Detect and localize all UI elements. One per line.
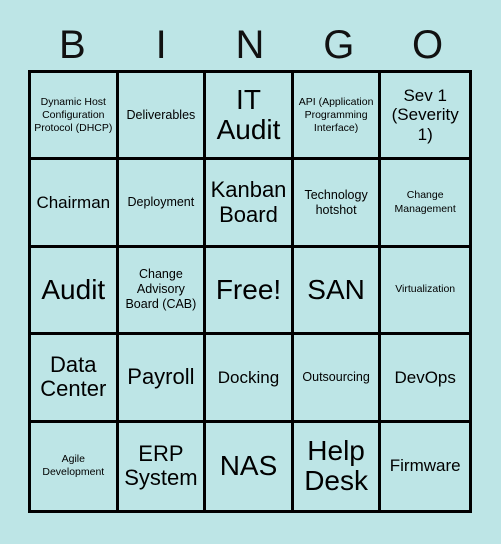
bingo-cell-label: Technology hotshot [304, 187, 368, 217]
bingo-cell-label: Agile Development [42, 453, 105, 479]
bingo-cell-b4[interactable]: Data Center [31, 335, 119, 423]
bingo-grid: Dynamic Host Configuration Protocol (DHC… [28, 70, 472, 513]
bingo-cell-label: NAS [219, 450, 278, 482]
bingo-cell-b5[interactable]: Agile Development [31, 422, 119, 510]
bingo-cell-o2[interactable]: Change Management [381, 160, 469, 248]
bingo-card: B I N G O Dynamic Host Configuration Pro… [0, 0, 501, 544]
bingo-cell-o1[interactable]: Sev 1 (Severity 1) [381, 73, 469, 161]
bingo-cell-label: Firmware [389, 456, 461, 476]
bingo-cell-label: Sev 1 (Severity 1) [391, 85, 459, 145]
bingo-cell-i3[interactable]: Change Advisory Board (CAB) [118, 247, 207, 336]
bingo-cell-label: Data Center [40, 351, 107, 402]
bingo-cell-o4[interactable]: DevOps [381, 335, 469, 423]
bingo-cell-label: SAN [307, 273, 365, 305]
bingo-cell-label: Kanban Board [210, 176, 287, 227]
header-letter-n: N [235, 23, 265, 67]
bingo-cell-i4[interactable]: Payroll [118, 335, 207, 423]
bingo-cell-b2[interactable]: Chairman [31, 160, 119, 248]
bingo-cell-n1[interactable]: IT Audit [206, 73, 294, 161]
bingo-cell-o3[interactable]: Virtualization [381, 247, 469, 336]
bingo-cell-label: IT Audit [216, 83, 281, 146]
bingo-cell-b3[interactable]: Audit [31, 247, 119, 336]
bingo-cell-o5[interactable]: Firmware [381, 422, 469, 510]
bingo-cell-label: Change Advisory Board (CAB) [125, 267, 197, 312]
bingo-cell-n4[interactable]: Docking [206, 335, 294, 423]
bingo-cell-label: ERP System [124, 440, 198, 491]
bingo-cell-i2[interactable]: Deployment [118, 160, 207, 248]
header-letter-o: O [412, 23, 444, 67]
bingo-cell-label: Audit [41, 273, 106, 305]
bingo-cell-label: Outsourcing [302, 369, 370, 384]
bingo-header: B I N G O [28, 22, 472, 70]
bingo-cell-label: Change Management [394, 189, 456, 215]
bingo-cell-g2[interactable]: Technology hotshot [293, 160, 382, 248]
bingo-cell-n5[interactable]: NAS [206, 422, 294, 510]
bingo-cell-label: Deployment [127, 195, 195, 210]
bingo-cell-b1[interactable]: Dynamic Host Configuration Protocol (DHC… [31, 73, 119, 161]
header-letter-b: B [59, 23, 86, 67]
bingo-cell-label: Virtualization [395, 283, 456, 296]
bingo-cell-free-space[interactable]: Free! [206, 247, 294, 336]
bingo-cell-g4[interactable]: Outsourcing [293, 335, 382, 423]
bingo-cell-label: Deliverables [126, 107, 196, 122]
bingo-cell-label: Help Desk [304, 435, 368, 497]
header-letter-i: I [155, 23, 167, 67]
bingo-cell-g5[interactable]: Help Desk [293, 422, 382, 510]
header-letter-g: G [323, 23, 355, 67]
bingo-cell-n2[interactable]: Kanban Board [206, 160, 294, 248]
bingo-cell-label: Docking [217, 367, 280, 387]
bingo-cell-i1[interactable]: Deliverables [118, 73, 207, 161]
bingo-cell-label: Chairman [36, 192, 111, 212]
bingo-cell-label: Free! [215, 273, 282, 305]
bingo-cell-label: API (Application Programming Interface) [298, 95, 374, 134]
bingo-cell-g1[interactable]: API (Application Programming Interface) [293, 73, 382, 161]
bingo-cell-g3[interactable]: SAN [293, 247, 382, 336]
bingo-cell-label: Payroll [127, 364, 195, 390]
bingo-cell-label: DevOps [394, 367, 456, 387]
bingo-cell-label: Dynamic Host Configuration Protocol (DHC… [34, 95, 113, 134]
bingo-cell-i5[interactable]: ERP System [118, 422, 207, 510]
